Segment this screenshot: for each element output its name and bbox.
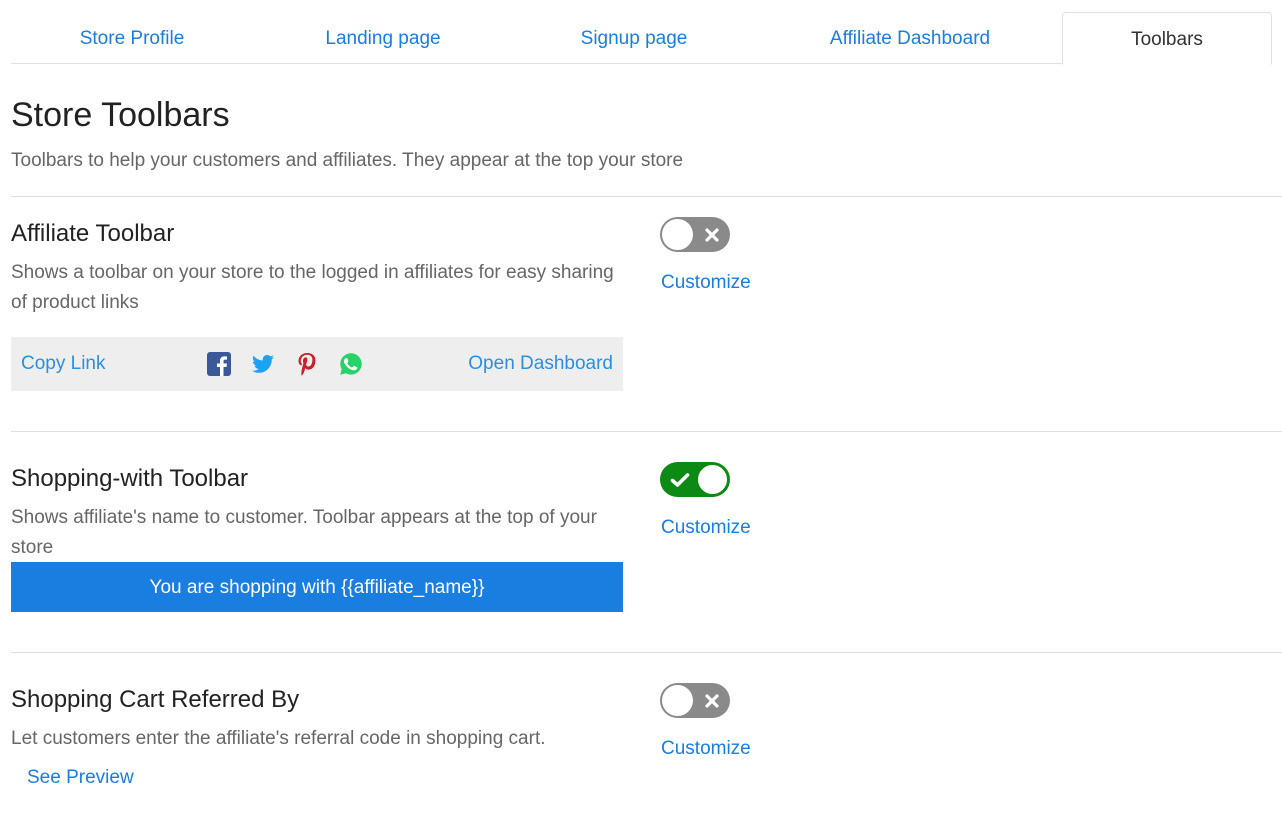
affiliate-toolbar-preview: Copy Link Open Dashboard bbox=[11, 337, 623, 391]
shopping-with-customize-link[interactable]: Customize bbox=[661, 517, 751, 539]
facebook-icon[interactable] bbox=[207, 352, 231, 376]
page-subtitle: Toolbars to help your customers and affi… bbox=[11, 150, 684, 171]
divider bbox=[11, 652, 1282, 653]
divider bbox=[11, 196, 1282, 197]
tab-store-profile[interactable]: Store Profile bbox=[49, 12, 215, 64]
tab-toolbars[interactable]: Toolbars bbox=[1062, 12, 1272, 65]
affiliate-toolbar-title: Affiliate Toolbar bbox=[11, 220, 175, 247]
cart-referred-customize-link[interactable]: Customize bbox=[661, 738, 751, 760]
tab-bar: Store Profile Landing page Signup page A… bbox=[11, 12, 1272, 65]
toggle-knob bbox=[697, 464, 728, 495]
twitter-icon[interactable] bbox=[251, 352, 275, 376]
pinterest-icon[interactable] bbox=[295, 352, 319, 376]
divider bbox=[11, 431, 1282, 432]
tab-signup-page[interactable]: Signup page bbox=[556, 12, 712, 64]
affiliate-customize-link[interactable]: Customize bbox=[661, 272, 751, 294]
cart-referred-title: Shopping Cart Referred By bbox=[11, 686, 300, 713]
close-icon bbox=[696, 683, 728, 718]
shopping-with-toolbar-preview: You are shopping with {{affiliate_name}} bbox=[11, 562, 623, 612]
shopping-with-toolbar-toggle[interactable] bbox=[660, 462, 730, 497]
affiliate-toolbar-description: Shows a toolbar on your store to the log… bbox=[11, 262, 614, 313]
affiliate-toolbar-toggle[interactable] bbox=[660, 217, 730, 252]
see-preview-link[interactable]: See Preview bbox=[27, 767, 134, 789]
open-dashboard-button[interactable]: Open Dashboard bbox=[468, 353, 613, 375]
cart-referred-description: Let customers enter the affiliate's refe… bbox=[11, 728, 546, 749]
cart-referred-toggle[interactable] bbox=[660, 683, 730, 718]
tab-landing-page[interactable]: Landing page bbox=[301, 12, 465, 64]
shopping-with-toolbar-description: Shows affiliate's name to customer. Tool… bbox=[11, 507, 597, 558]
tab-affiliate-dashboard[interactable]: Affiliate Dashboard bbox=[801, 12, 1019, 64]
page-title: Store Toolbars bbox=[11, 96, 230, 134]
whatsapp-icon[interactable] bbox=[339, 352, 363, 376]
toggle-knob bbox=[662, 219, 693, 250]
copy-link-button[interactable]: Copy Link bbox=[21, 353, 106, 375]
checkmark-icon bbox=[664, 462, 696, 497]
shopping-with-toolbar-title: Shopping-with Toolbar bbox=[11, 465, 249, 492]
close-icon bbox=[696, 217, 728, 252]
toggle-knob bbox=[662, 685, 693, 716]
